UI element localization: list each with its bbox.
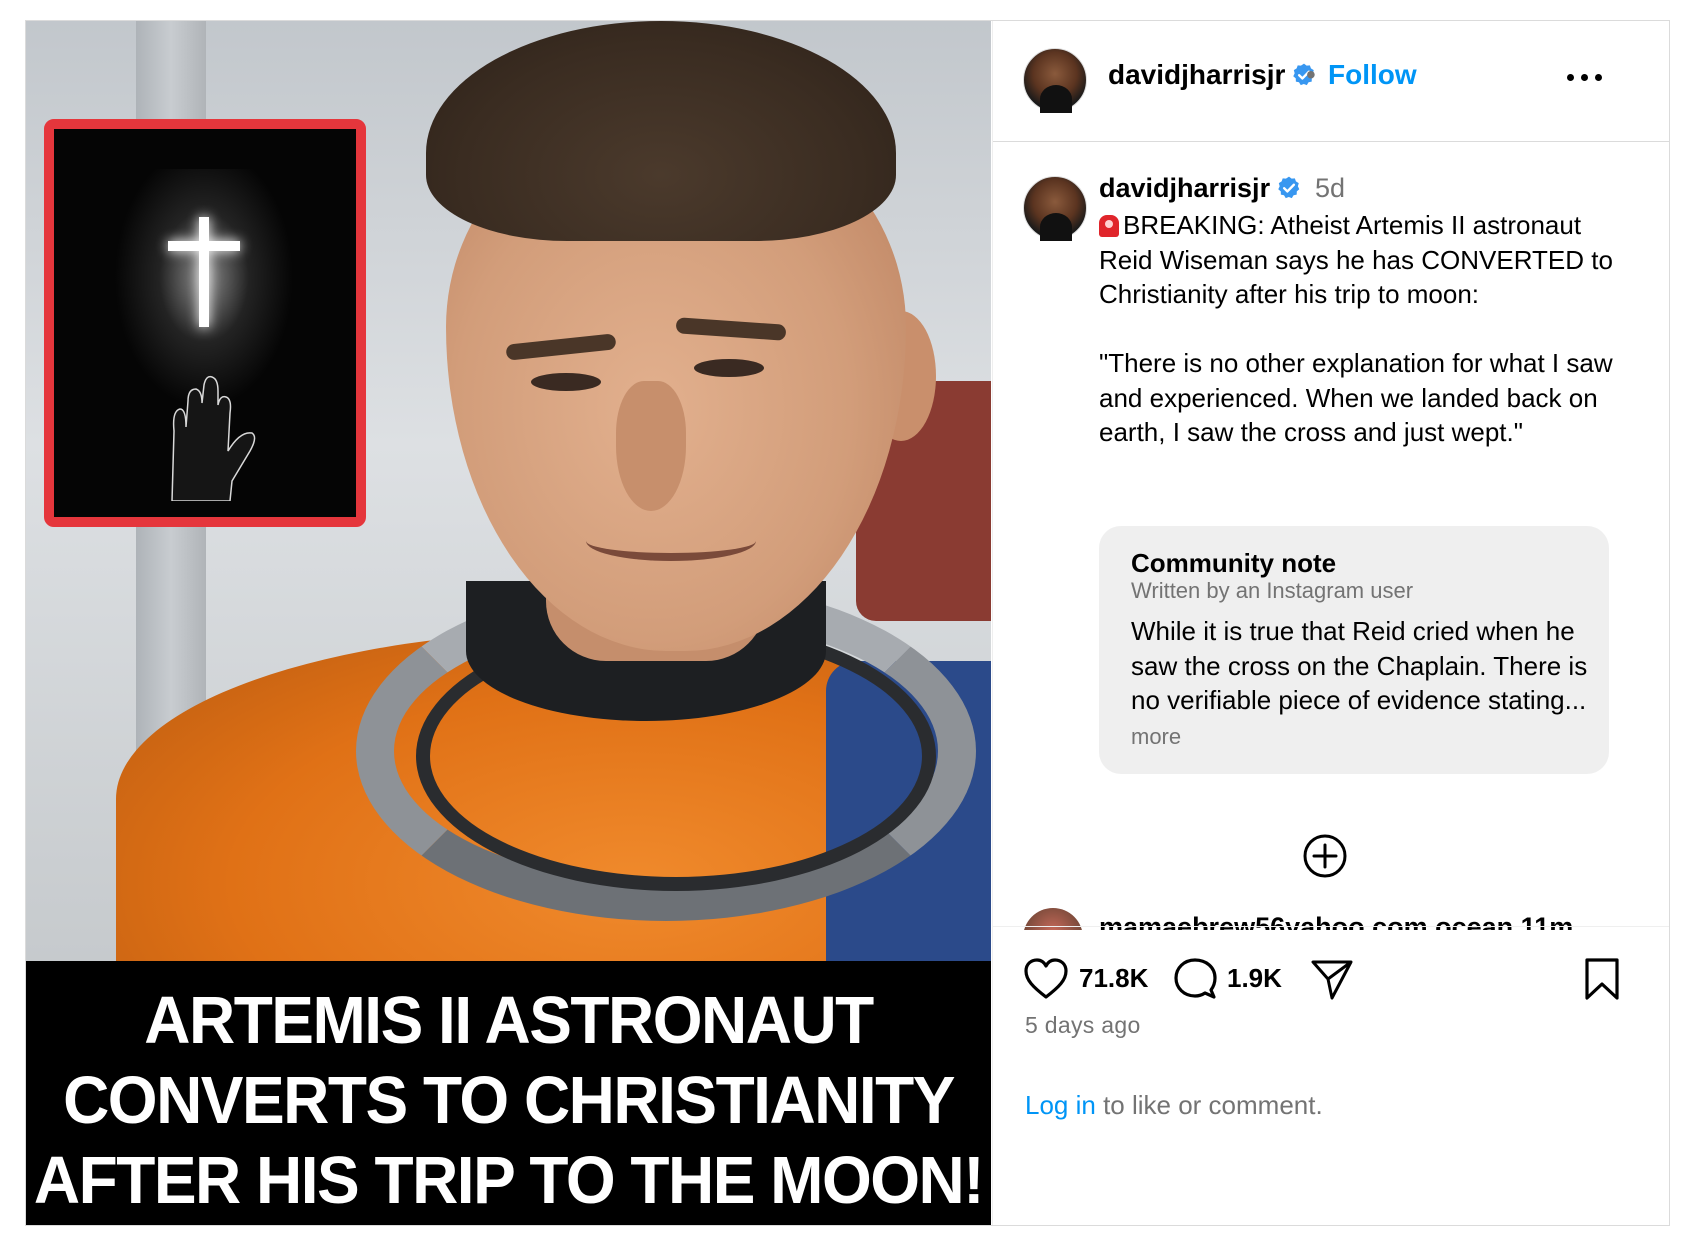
- login-prompt-text: to like or comment.: [1095, 1090, 1323, 1120]
- post-time-ago: 5 days ago: [1025, 1012, 1141, 1038]
- load-more-comments-icon[interactable]: [1302, 833, 1348, 879]
- login-prompt: Log in to like or comment.: [1025, 1090, 1323, 1121]
- header-author: davidjharrisjr: [1108, 59, 1317, 91]
- like-heart-icon[interactable]: [1023, 957, 1069, 1001]
- cross-icon-horizontal: [168, 241, 240, 251]
- more-dot: [1567, 74, 1574, 81]
- caption-section: davidjharrisjr 5d BREAKING: Atheist Arte…: [993, 143, 1669, 930]
- rotating-light-icon: [1099, 215, 1119, 237]
- cross-inset-image: [44, 119, 366, 527]
- caption-text: BREAKING: Atheist Artemis II astronaut R…: [1099, 208, 1639, 450]
- post-header: davidjharrisjr • Follow: [993, 21, 1669, 142]
- nose: [616, 381, 686, 511]
- author-avatar[interactable]: [1023, 48, 1087, 113]
- raised-hand-icon: [171, 375, 256, 501]
- login-link[interactable]: Log in: [1025, 1090, 1096, 1120]
- headline-line-3: AFTER HIS TRIP TO THE MOON!: [33, 1142, 985, 1218]
- header-separator: •: [1306, 59, 1316, 90]
- save-bookmark-icon[interactable]: [1583, 957, 1621, 1001]
- headline-line-1: ARTEMIS II ASTRONAUT: [144, 982, 874, 1058]
- caption-author-avatar[interactable]: [1023, 176, 1087, 241]
- action-bar: 71.8K 1.9K 5 days ago Log in to like or …: [993, 926, 1669, 1225]
- left-eye: [531, 373, 601, 391]
- post-image[interactable]: ARTEMIS II ASTRONAUT CONVERTS TO CHRISTI…: [26, 21, 991, 1225]
- right-eye: [694, 359, 764, 377]
- share-send-icon[interactable]: [1309, 957, 1355, 1001]
- community-note-more-link[interactable]: more: [1131, 724, 1181, 749]
- more-dot: [1581, 74, 1588, 81]
- header-username[interactable]: davidjharrisjr: [1108, 59, 1285, 90]
- like-count[interactable]: 71.8K: [1079, 963, 1148, 994]
- post-container: ARTEMIS II ASTRONAUT CONVERTS TO CHRISTI…: [25, 20, 1670, 1226]
- verified-badge-icon: [1278, 176, 1300, 199]
- comment-bubble-icon[interactable]: [1173, 957, 1217, 1001]
- caption-body: BREAKING: Atheist Artemis II astronaut R…: [1099, 210, 1613, 447]
- cross-icon-vertical: [199, 217, 209, 327]
- more-dot: [1595, 74, 1602, 81]
- smile: [586, 521, 756, 561]
- community-note-text: While it is true that Reid cried when he…: [1131, 616, 1588, 715]
- caption-username[interactable]: davidjharrisjr: [1099, 173, 1270, 203]
- community-note-body: While it is true that Reid cried when he…: [1131, 614, 1591, 754]
- community-note-title: Community note: [1131, 548, 1337, 578]
- caption-author: davidjharrisjr: [1099, 173, 1302, 204]
- caption-timestamp[interactable]: 5d: [1315, 173, 1345, 204]
- follow-button[interactable]: Follow: [1328, 59, 1417, 91]
- headline-band: ARTEMIS II ASTRONAUT CONVERTS TO CHRISTI…: [26, 961, 991, 1225]
- comment-count[interactable]: 1.9K: [1227, 963, 1282, 994]
- community-note: Community note Written by an Instagram u…: [1099, 526, 1609, 774]
- headline-line-2: CONVERTS TO CHRISTIANITY: [63, 1062, 955, 1138]
- post-details-panel: davidjharrisjr • Follow davidjharrisjr 5…: [992, 21, 1669, 1225]
- more-options-icon[interactable]: [1565, 61, 1605, 91]
- community-note-subtitle: Written by an Instagram user: [1131, 578, 1414, 603]
